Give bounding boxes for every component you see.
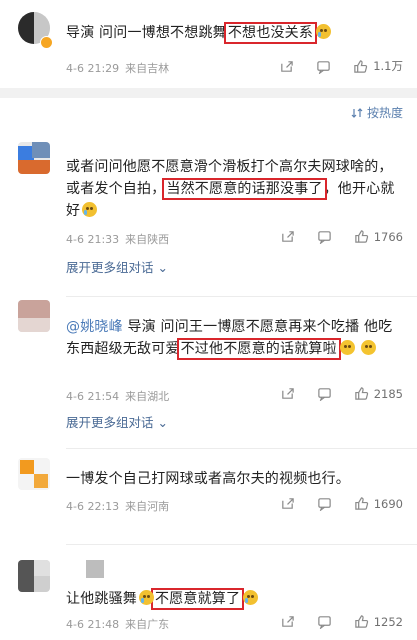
comment-time: 4-6 21:33 (66, 233, 120, 246)
comment-icon (317, 388, 331, 401)
comment-actions: 1.1万 (257, 58, 403, 74)
like-count: 1766 (373, 229, 403, 244)
sort-icon (351, 107, 363, 118)
comment-4: 一博发个自己打网球或者高尔夫的视频也行。 4-6 22:13 来自河南 1690 (0, 452, 417, 542)
comment-actions: 1690 (258, 496, 403, 511)
comment-actions: 2185 (258, 386, 403, 401)
section-divider (0, 88, 417, 98)
smile-emoji-icon (361, 340, 377, 355)
expand-replies-link[interactable]: 展开更多组对话 ⌄ (66, 257, 168, 276)
comment-time: 4-6 22:13 (66, 500, 120, 513)
like-button[interactable]: 1766 (354, 229, 403, 244)
comment-meta: 4-6 21:48 来自广东 (66, 616, 169, 632)
like-count: 1.1万 (373, 59, 403, 73)
comment-location: 来自湖北 (125, 390, 170, 403)
comment-text: 一博发个自己打网球或者高尔夫的视频也行。 (66, 471, 350, 487)
expand-replies-link[interactable]: 展开更多组对话 ⌄ (66, 412, 168, 431)
chevron-down-icon: ⌄ (157, 260, 168, 275)
avatar[interactable] (18, 142, 50, 174)
thumbs-up-icon (354, 615, 368, 628)
reply-button[interactable] (317, 496, 332, 511)
comment-meta: 4-6 22:13 来自河南 (66, 498, 169, 514)
comment-icon (317, 231, 331, 244)
comment-time: 4-6 21:29 (66, 62, 120, 75)
comment-text: 或者问问他愿不愿意滑个滑板打个高尔夫网球啥的，或者发个自拍，当然不愿意的话那没事… (66, 159, 395, 219)
thumbs-up-icon (354, 230, 368, 243)
avatar[interactable] (18, 458, 50, 490)
comment-actions: 1252 (258, 614, 403, 629)
crying-emoji-icon (316, 24, 332, 39)
like-button[interactable]: 1690 (354, 496, 403, 511)
highlight-box: 不过他不愿意的话就算啦 (176, 338, 341, 360)
smile-emoji-icon (339, 340, 355, 355)
share-icon (281, 388, 294, 399)
comment-icon (317, 498, 331, 511)
decorative-image (86, 560, 104, 578)
share-icon (281, 616, 294, 627)
comment-actions: 1766 (258, 229, 403, 244)
comment-text: @姚晓峰 导演 问问王一博愿不愿意再来个吃播 他吃东西超级无敌可爱不过他不愿意的… (66, 319, 393, 360)
sort-label: 按热度 (366, 106, 403, 120)
like-count: 2185 (373, 386, 403, 401)
like-count: 1690 (373, 496, 403, 511)
reply-button[interactable] (317, 229, 332, 244)
comment-meta: 4-6 21:54 来自湖北 (66, 388, 169, 404)
thumbs-up-icon (354, 497, 368, 510)
sort-toggle[interactable]: 按热度 (351, 104, 403, 121)
comment-2: 或者问问他愿不愿意滑个滑板打个高尔夫网球啥的，或者发个自拍，当然不愿意的话那没事… (0, 130, 417, 290)
comment-5: 让他跳骚舞 不愿意就算了 4-6 21:48 来自广东 1252 (0, 552, 417, 640)
verified-badge-icon (40, 36, 53, 49)
avatar[interactable] (18, 560, 50, 592)
divider (66, 544, 417, 545)
comment-text: 让他跳骚舞 不愿意就算了 (66, 588, 403, 610)
share-icon (281, 60, 293, 72)
share-button[interactable] (279, 59, 294, 74)
mention-link[interactable]: @姚晓峰 (66, 319, 123, 335)
reply-button[interactable] (317, 386, 332, 401)
comment-location: 来自陕西 (125, 233, 170, 246)
comment-meta: 4-6 21:33 来自陕西 (66, 231, 169, 247)
comment-3: @姚晓峰 导演 问问王一博愿不愿意再来个吃播 他吃东西超级无敌可爱不过他不愿意的… (0, 298, 417, 446)
crying-emoji-icon (82, 202, 98, 217)
comment-location: 来自河南 (125, 500, 170, 513)
thumbs-up-icon (354, 387, 368, 400)
comment-meta: 4-6 21:29 来自吉林 (66, 60, 169, 76)
highlight-box: 当然不愿意的话那没事了 (162, 178, 327, 200)
share-button[interactable] (280, 496, 295, 511)
share-button[interactable] (280, 386, 295, 401)
share-icon (281, 498, 294, 509)
share-button[interactable] (280, 614, 295, 629)
reply-button[interactable] (316, 59, 331, 74)
thumbs-up-icon (354, 59, 368, 73)
reply-button[interactable] (317, 614, 332, 629)
divider (66, 448, 417, 449)
crying-emoji-icon (243, 590, 259, 605)
comment-icon (317, 616, 331, 629)
comment-1: 导演 问问一博想不想跳舞不想也没关系 4-6 21:29 来自吉林 1.1万 (0, 0, 417, 84)
like-button[interactable]: 1.1万 (353, 58, 403, 74)
highlight-box: 不想也没关系 (223, 22, 318, 44)
share-icon (281, 231, 294, 242)
like-count: 1252 (373, 614, 403, 629)
chevron-down-icon: ⌄ (157, 415, 168, 430)
comment-time: 4-6 21:48 (66, 618, 120, 631)
crying-emoji-icon (139, 590, 154, 605)
comment-location: 来自吉林 (125, 62, 170, 75)
comment-icon (317, 60, 330, 74)
comment-time: 4-6 21:54 (66, 390, 120, 403)
like-button[interactable]: 1252 (354, 614, 403, 629)
comment-location: 来自广东 (125, 618, 170, 631)
divider (66, 296, 417, 297)
highlight-box: 不愿意就算了 (150, 588, 245, 610)
comment-text: 导演 问问一博想不想跳舞不想也没关系 (66, 22, 403, 44)
avatar[interactable] (18, 300, 50, 332)
share-button[interactable] (280, 229, 295, 244)
like-button[interactable]: 2185 (354, 386, 403, 401)
